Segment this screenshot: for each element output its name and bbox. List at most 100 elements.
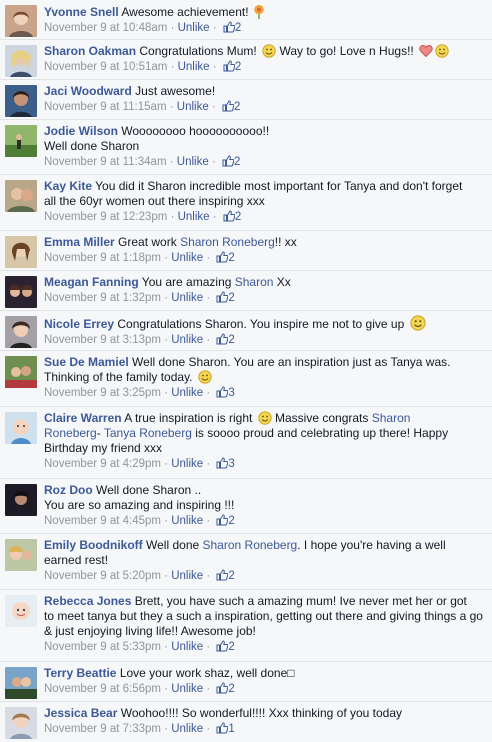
thumbs-up-icon — [216, 457, 229, 469]
comment-author[interactable]: Emily Boodnikoff — [44, 538, 143, 552]
avatar[interactable] — [5, 412, 37, 444]
comment-text-line: Birthday my friend xxx — [44, 441, 163, 455]
unlike-link[interactable]: Unlike — [171, 292, 203, 304]
comment-author[interactable]: Kay Kite — [44, 179, 92, 193]
thumbs-up-icon — [223, 21, 235, 33]
comment: Emily Boodnikoff Well done Sharon Ronebe… — [0, 534, 492, 590]
avatar[interactable] — [5, 5, 37, 37]
like-count[interactable]: 2 — [234, 156, 240, 168]
unlike-link[interactable]: Unlike — [177, 101, 209, 113]
comment-timestamp[interactable]: November 9 at 11:34am — [44, 156, 167, 168]
unlike-link[interactable]: Unlike — [171, 252, 203, 264]
comment-timestamp[interactable]: November 9 at 1:32pm — [44, 292, 161, 304]
like-count[interactable]: 1 — [228, 723, 234, 735]
comment-text-line: all the 60yr women out there inspiring x… — [44, 194, 265, 208]
like-count[interactable]: 2 — [235, 61, 241, 73]
comment-text: You are amazing — [141, 275, 235, 289]
comment-author[interactable]: Nicole Errey — [44, 317, 114, 331]
unlike-link[interactable]: Unlike — [171, 387, 203, 399]
avatar[interactable] — [5, 707, 37, 739]
comment-author[interactable]: Terry Beattie — [44, 666, 116, 680]
unlike-link[interactable]: Unlike — [171, 723, 203, 735]
mention-link[interactable]: Roneberg — [44, 426, 97, 440]
like-count[interactable]: 2 — [235, 22, 241, 34]
like-count[interactable]: 2 — [228, 683, 234, 695]
avatar[interactable] — [5, 45, 37, 77]
comment-meta: November 9 at 10:51am · Unlike · 2 — [44, 60, 242, 73]
unlike-link[interactable]: Unlike — [171, 570, 203, 582]
like-count[interactable]: 2 — [228, 515, 234, 527]
comment-timestamp[interactable]: November 9 at 10:48am — [44, 22, 167, 34]
unlike-link[interactable]: Unlike — [171, 641, 203, 653]
comment-author[interactable]: Yvonne Snell — [44, 5, 119, 19]
comment-timestamp[interactable]: November 9 at 5:20pm — [44, 570, 161, 582]
avatar[interactable] — [5, 595, 37, 627]
unlike-link[interactable]: Unlike — [171, 334, 203, 346]
avatar[interactable] — [5, 180, 37, 212]
comment-text: Awesome achievement! — [121, 5, 249, 19]
unlike-link[interactable]: Unlike — [171, 515, 203, 527]
comment-timestamp[interactable]: November 9 at 4:45pm — [44, 515, 161, 527]
like-count[interactable]: 2 — [228, 292, 234, 304]
like-count[interactable]: 2 — [234, 101, 240, 113]
comment-author[interactable]: Emma Miller — [44, 235, 115, 249]
comment: Yvonne Snell Awesome achievement! Novemb… — [0, 0, 492, 40]
like-count[interactable]: 2 — [235, 211, 241, 223]
comment-meta: November 9 at 10:48am · Unlike · 2 — [44, 21, 242, 34]
comment-author[interactable]: Sue De Mamiel — [44, 355, 129, 369]
comment-author[interactable]: Claire Warren — [44, 411, 122, 425]
comment-text: Congratulations Mum! — [139, 44, 261, 58]
like-count[interactable]: 2 — [228, 334, 234, 346]
comment-author[interactable]: Rebecca Jones — [44, 594, 131, 608]
unlike-link[interactable]: Unlike — [177, 156, 209, 168]
avatar[interactable] — [5, 125, 37, 157]
comment-timestamp[interactable]: November 9 at 5:33pm — [44, 641, 161, 653]
comment-author[interactable]: Roz Doo — [44, 483, 93, 497]
unlike-link[interactable]: Unlike — [171, 458, 203, 470]
comment-timestamp[interactable]: November 9 at 12:23pm — [44, 211, 167, 223]
avatar[interactable] — [5, 316, 37, 348]
comment-author[interactable]: Jodie Wilson — [44, 124, 118, 138]
unlike-link[interactable]: Unlike — [178, 22, 210, 34]
like-count[interactable]: 3 — [228, 387, 234, 399]
thumbs-up-icon — [223, 210, 235, 222]
avatar[interactable] — [5, 667, 37, 699]
comment-timestamp[interactable]: November 9 at 11:15am — [44, 101, 167, 113]
unlike-link[interactable]: Unlike — [178, 61, 210, 73]
comment-timestamp[interactable]: November 9 at 7:33pm — [44, 723, 161, 735]
avatar[interactable] — [5, 85, 37, 117]
like-count[interactable]: 2 — [228, 641, 234, 653]
avatar[interactable] — [5, 276, 37, 308]
smile-emoji-icon — [435, 44, 449, 58]
comment-author[interactable]: Sharon Oakman — [44, 44, 136, 58]
avatar[interactable] — [5, 356, 37, 388]
comment: Jessica Bear Woohoo!!!! So wonderful!!!!… — [0, 702, 492, 742]
comment-timestamp[interactable]: November 9 at 1:18pm — [44, 252, 161, 264]
comment-timestamp[interactable]: November 9 at 3:13pm — [44, 334, 161, 346]
comment-timestamp[interactable]: November 9 at 4:29pm — [44, 458, 161, 470]
avatar[interactable] — [5, 236, 37, 268]
comment: Rebecca Jones Brett, you have such a ama… — [0, 590, 492, 662]
comment-timestamp[interactable]: November 9 at 3:25pm — [44, 387, 161, 399]
comment-author[interactable]: Meagan Fanning — [44, 275, 139, 289]
comment-timestamp[interactable]: November 9 at 6:56pm — [44, 683, 161, 695]
avatar[interactable] — [5, 484, 37, 516]
mention-link[interactable]: Sharon — [372, 411, 411, 425]
like-count[interactable]: 2 — [228, 570, 234, 582]
mention-link[interactable]: Tanya Roneberg — [104, 426, 192, 440]
mention-link[interactable]: Sharon Roneberg — [203, 538, 298, 552]
comment-text: Well done Sharon .. — [96, 483, 202, 497]
mention-link[interactable]: Sharon Roneberg — [180, 235, 275, 249]
comment-author[interactable]: Jessica Bear — [44, 706, 117, 720]
comment-timestamp[interactable]: November 9 at 10:51am — [44, 61, 167, 73]
comment-meta: November 9 at 4:29pm · Unlike · 3 — [44, 457, 235, 470]
comment-author[interactable]: Jaci Woodward — [44, 84, 132, 98]
mention-link[interactable]: Sharon — [235, 275, 274, 289]
comment: Sue De Mamiel Well done Sharon. You are … — [0, 351, 492, 407]
avatar[interactable] — [5, 539, 37, 571]
like-count[interactable]: 2 — [228, 252, 234, 264]
comment-text: Just awesome! — [135, 84, 216, 98]
unlike-link[interactable]: Unlike — [178, 211, 210, 223]
unlike-link[interactable]: Unlike — [171, 683, 203, 695]
like-count[interactable]: 3 — [228, 458, 234, 470]
